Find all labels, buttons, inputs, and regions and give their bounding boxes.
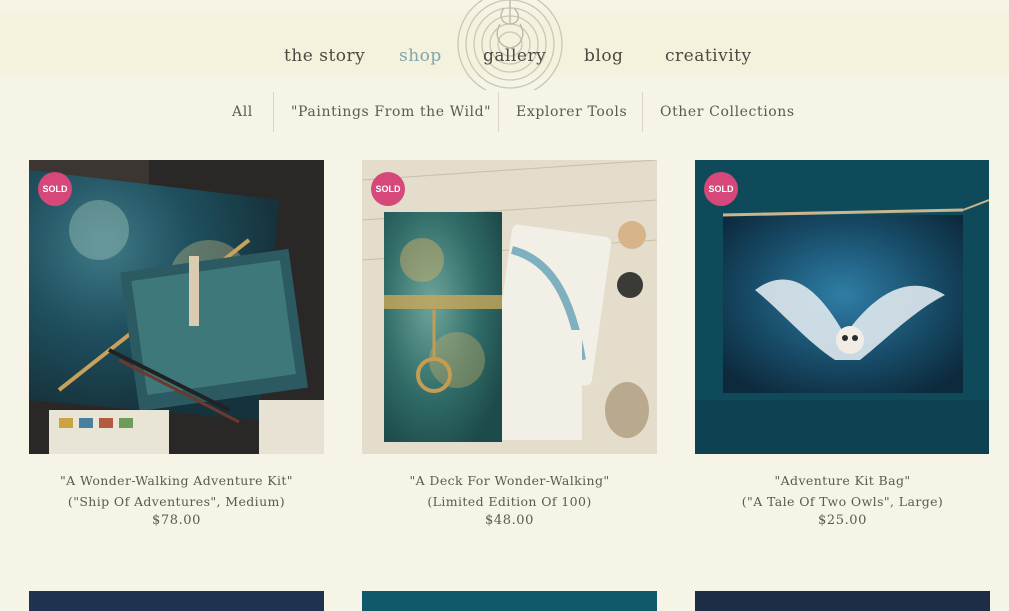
product-price: $48.00 xyxy=(484,513,535,528)
labyrinth-logo-icon xyxy=(457,0,563,90)
nav-item-shop[interactable]: shop xyxy=(399,46,442,66)
product-image[interactable]: SOLD xyxy=(362,160,657,454)
nav-item-blog[interactable]: blog xyxy=(584,46,623,66)
product-caption: "A Deck For Wonder-Walking" (Limited Edi… xyxy=(362,470,657,512)
nav-item-gallery[interactable]: gallery xyxy=(483,46,546,66)
product-image-row2[interactable] xyxy=(362,591,657,611)
sold-badge: SOLD xyxy=(371,172,405,206)
product-price: $25.00 xyxy=(817,513,868,528)
product-photo-owl-bag xyxy=(695,160,990,454)
product-caption: "A Wonder-Walking Adventure Kit" ("Ship … xyxy=(29,470,324,512)
category-paintings-from-the-wild[interactable]: "Paintings From the Wild" xyxy=(291,104,491,120)
nav-item-the-story[interactable]: the story xyxy=(284,46,365,66)
product-card[interactable]: SOLD "Adventure Kit Bag" ("A Tale Of Two… xyxy=(695,160,990,528)
category-explorer-tools[interactable]: Explorer Tools xyxy=(516,104,627,120)
product-image-row2[interactable] xyxy=(29,591,324,611)
category-nav: All "Paintings From the Wild" Explorer T… xyxy=(0,92,1009,134)
product-subtitle: ("A Tale Of Two Owls", Large) xyxy=(741,494,944,509)
product-title[interactable]: "A Deck For Wonder-Walking" xyxy=(362,470,657,491)
product-photo-card-deck xyxy=(362,160,657,454)
product-card[interactable]: SOLD "A Deck For Wonder-Walking" (Limite… xyxy=(362,160,657,528)
main-nav: the story shop gallery blog creativity xyxy=(0,46,1009,74)
sold-badge: SOLD xyxy=(38,172,72,206)
product-subtitle: ("Ship Of Adventures", Medium) xyxy=(67,494,286,509)
category-divider xyxy=(273,92,274,132)
nav-item-creativity[interactable]: creativity xyxy=(665,46,752,66)
product-title[interactable]: "A Wonder-Walking Adventure Kit" xyxy=(29,470,324,491)
product-price: $78.00 xyxy=(151,513,202,528)
product-subtitle: (Limited Edition Of 100) xyxy=(427,494,592,509)
category-all[interactable]: All xyxy=(232,104,253,120)
product-caption: "Adventure Kit Bag" ("A Tale Of Two Owls… xyxy=(695,470,990,512)
category-other-collections[interactable]: Other Collections xyxy=(660,104,795,120)
sold-badge: SOLD xyxy=(704,172,738,206)
category-divider xyxy=(642,92,643,132)
product-image-row2[interactable] xyxy=(695,591,990,611)
category-divider xyxy=(498,92,499,132)
product-card[interactable]: SOLD "A Wonder-Walking Adventure Kit" ("… xyxy=(29,160,324,528)
product-image[interactable]: SOLD xyxy=(695,160,990,454)
product-image[interactable]: SOLD xyxy=(29,160,324,454)
product-title[interactable]: "Adventure Kit Bag" xyxy=(695,470,990,491)
product-photo-adventure-kit xyxy=(29,160,324,454)
